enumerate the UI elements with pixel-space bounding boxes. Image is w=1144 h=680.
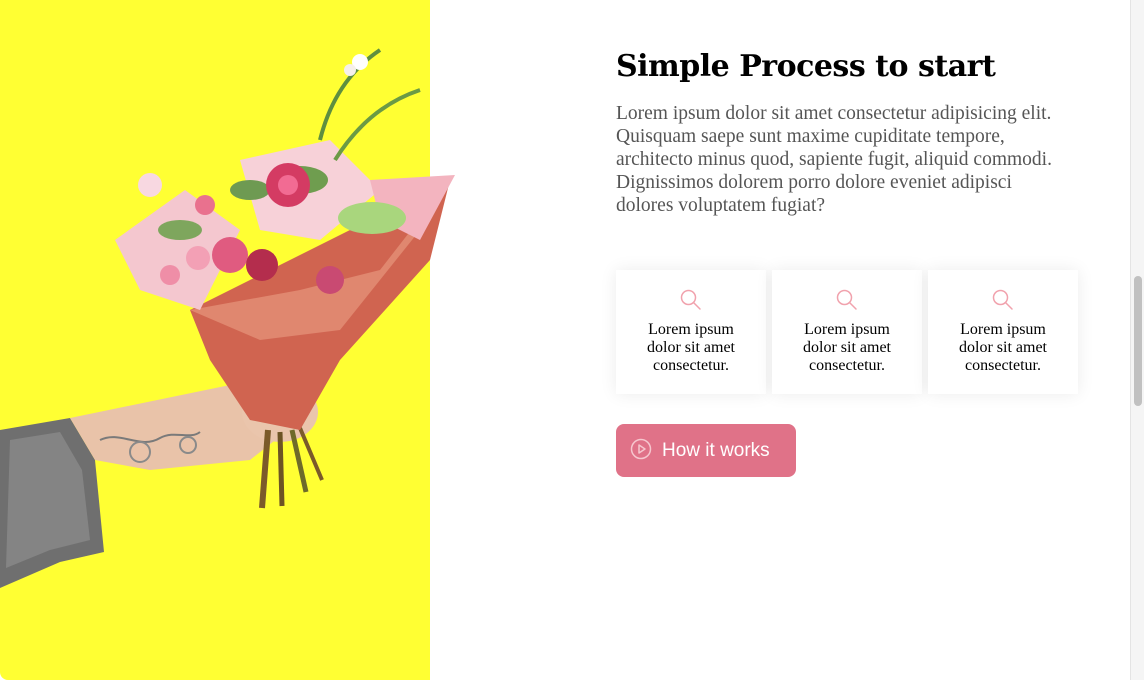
vertical-scrollbar[interactable] [1130, 0, 1144, 680]
play-circle-icon [630, 438, 652, 463]
how-it-works-button[interactable]: How it works [616, 424, 796, 477]
hero-panel [0, 0, 455, 680]
feature-card: Lorem ipsum dolor sit amet consectetur. [928, 270, 1078, 394]
search-icon [679, 288, 703, 312]
feature-card-text: Lorem ipsum dolor sit amet consectetur. [803, 321, 891, 374]
search-icon [835, 288, 859, 312]
feature-cards: Lorem ipsum dolor sit amet consectetur. … [616, 270, 1078, 394]
process-content: Simple Process to start Lorem ipsum dolo… [616, 48, 1086, 217]
feature-card: Lorem ipsum dolor sit amet consectetur. [616, 270, 766, 394]
feature-card: Lorem ipsum dolor sit amet consectetur. [772, 270, 922, 394]
page: Simple Process to start Lorem ipsum dolo… [0, 0, 1144, 680]
scrollbar-thumb[interactable] [1134, 276, 1142, 406]
bouquet-photo [0, 48, 455, 588]
feature-card-text: Lorem ipsum dolor sit amet consectetur. [959, 321, 1047, 374]
section-heading: Simple Process to start [616, 49, 996, 84]
how-it-works-label: How it works [662, 439, 770, 461]
feature-card-text: Lorem ipsum dolor sit amet consectetur. [647, 321, 735, 374]
section-description: Lorem ipsum dolor sit amet consectetur a… [616, 103, 1052, 216]
search-icon [991, 288, 1015, 312]
